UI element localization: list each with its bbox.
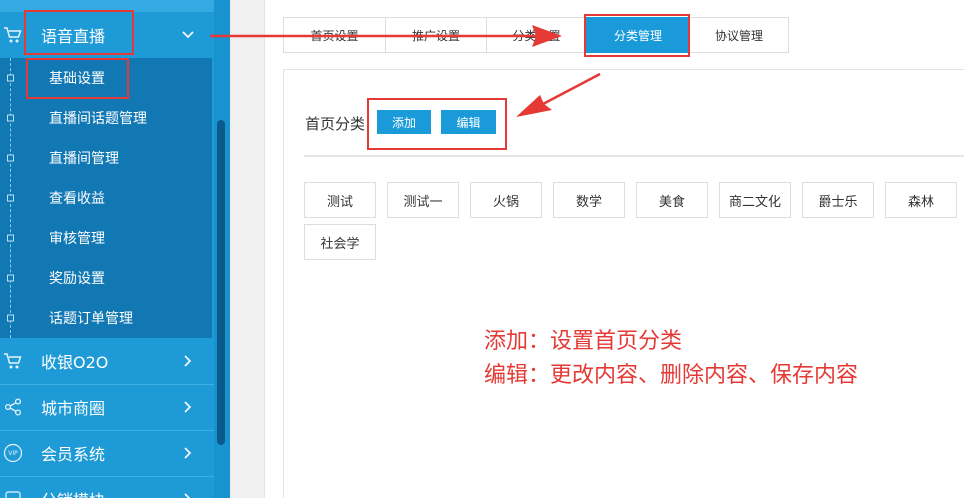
sidebar-item-city-mall[interactable]: 城市商圈 bbox=[0, 384, 214, 430]
submenu-item-view-earnings[interactable]: 查看收益 bbox=[0, 178, 212, 218]
category-tag[interactable]: 数学 bbox=[553, 182, 625, 218]
submenu-item-topic-management[interactable]: 直播间话题管理 bbox=[0, 98, 212, 138]
tab-promotion-settings[interactable]: 推广设置 bbox=[385, 17, 486, 53]
tree-node-icon bbox=[7, 114, 14, 122]
submenu-item-label: 直播间管理 bbox=[49, 151, 119, 167]
sidebar-item-label: 分销模块 bbox=[41, 487, 105, 498]
submenu-item-label: 话题订单管理 bbox=[49, 311, 133, 327]
submenu-item-label: 审核管理 bbox=[49, 231, 105, 247]
vip-icon: VIP bbox=[3, 443, 23, 463]
tree-node-icon bbox=[7, 314, 14, 322]
chevron-down-icon bbox=[181, 28, 195, 42]
sidebar-scrollbar-thumb[interactable] bbox=[217, 120, 225, 445]
submenu-item-topic-orders[interactable]: 话题订单管理 bbox=[0, 298, 212, 338]
submenu-item-room-management[interactable]: 直播间管理 bbox=[0, 138, 212, 178]
share-icon bbox=[3, 397, 23, 417]
chevron-right-icon bbox=[181, 446, 195, 460]
category-tag[interactable]: 美食 bbox=[636, 182, 708, 218]
sidebar-item-cashier[interactable]: 收银O2O bbox=[0, 338, 214, 384]
submenu-item-label: 查看收益 bbox=[49, 191, 105, 207]
annotation-note-edit: 编辑：更改内容、删除内容、保存内容 bbox=[484, 363, 859, 388]
category-tag[interactable]: 商二文化 bbox=[719, 182, 791, 218]
tree-node-icon bbox=[7, 154, 14, 162]
sidebar-item-label: 收银O2O bbox=[41, 353, 109, 372]
section-divider bbox=[304, 155, 964, 157]
tab-home-settings[interactable]: 首页设置 bbox=[283, 17, 385, 53]
tab-category-settings[interactable]: 分类设置 bbox=[486, 17, 586, 53]
tree-node-icon bbox=[7, 234, 14, 242]
sidebar-item-label: 城市商圈 bbox=[41, 399, 106, 418]
tab-bar: 首页设置 推广设置 分类设置 分类管理 协议管理 bbox=[283, 17, 789, 53]
tree-node-icon bbox=[7, 74, 14, 82]
sidebar-item-label: 会员系统 bbox=[41, 445, 106, 464]
tree-node-icon bbox=[7, 274, 14, 282]
cart-icon bbox=[3, 25, 23, 45]
chevron-right-icon bbox=[181, 354, 195, 368]
sidebar-item-member-system[interactable]: VIP 会员系统 bbox=[0, 430, 214, 476]
cart-icon bbox=[3, 351, 23, 371]
annotation-box-buttons bbox=[367, 98, 507, 150]
submenu-item-reward-settings[interactable]: 奖励设置 bbox=[0, 258, 212, 298]
category-tag[interactable]: 爵士乐 bbox=[802, 182, 874, 218]
annotation-box-basic-settings bbox=[26, 58, 129, 99]
distribution-icon bbox=[3, 489, 23, 498]
chevron-right-icon bbox=[181, 492, 195, 498]
submenu-item-review-management[interactable]: 审核管理 bbox=[0, 218, 212, 258]
tree-node-icon bbox=[7, 194, 14, 202]
annotation-box-voice-live bbox=[24, 10, 134, 55]
submenu-item-label: 直播间话题管理 bbox=[49, 111, 147, 127]
category-tag[interactable]: 森林 bbox=[885, 182, 957, 218]
tab-agreement-management[interactable]: 协议管理 bbox=[689, 17, 789, 53]
category-tag[interactable]: 火锅 bbox=[470, 182, 542, 218]
category-tag[interactable]: 测试一 bbox=[387, 182, 459, 218]
chevron-right-icon bbox=[181, 400, 195, 414]
vip-badge-text: VIP bbox=[8, 449, 18, 457]
category-tag[interactable]: 社会学 bbox=[304, 224, 376, 260]
annotation-box-category-management-tab bbox=[584, 14, 690, 57]
category-tag[interactable]: 测试 bbox=[304, 182, 376, 218]
submenu-item-label: 奖励设置 bbox=[49, 271, 105, 287]
section-title: 首页分类 bbox=[305, 115, 366, 133]
voice-live-submenu: 基础设置 直播间话题管理 直播间管理 查看收益 审核管理 奖励设置 话题订单管理 bbox=[0, 58, 212, 338]
annotation-note-add: 添加：设置首页分类 bbox=[484, 329, 683, 354]
sidebar-item-distribution[interactable]: 分销模块 bbox=[0, 476, 214, 498]
